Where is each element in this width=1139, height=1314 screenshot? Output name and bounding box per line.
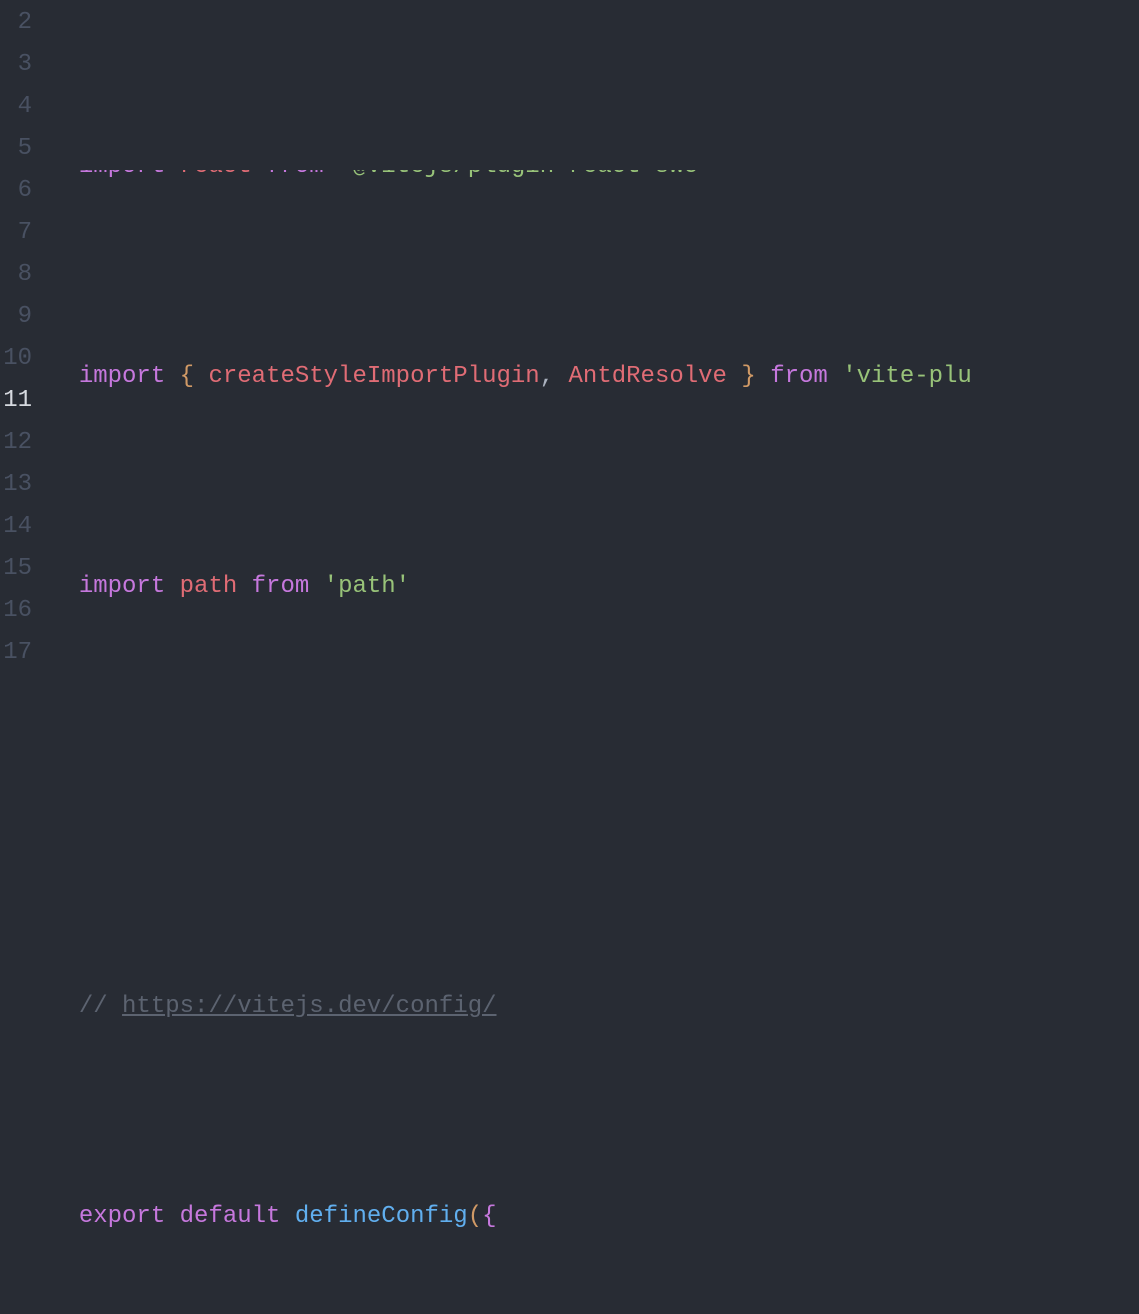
- line-number: 5: [0, 128, 32, 170]
- line-number: 2: [0, 2, 32, 44]
- keyword: import: [79, 573, 165, 600]
- function-call: defineConfig: [295, 1203, 468, 1230]
- keyword: import: [79, 363, 165, 390]
- keyword: export: [79, 1203, 165, 1230]
- identifier: react: [180, 170, 252, 180]
- line-number: 7: [0, 212, 32, 254]
- keyword: from: [266, 170, 324, 180]
- line-number-gutter: 2 3 4 5 6 7 8 9 10 11 12 13 14 15 16 17: [0, 0, 50, 657]
- comment-url: https://vitejs.dev/config/: [122, 993, 496, 1020]
- paren: (: [468, 1203, 482, 1230]
- comment: //: [79, 993, 122, 1020]
- line-number: 15: [0, 548, 32, 590]
- keyword: from: [252, 573, 310, 600]
- identifier: path: [180, 573, 238, 600]
- string: 'path': [324, 573, 410, 600]
- identifier: AntdResolve: [569, 363, 727, 390]
- keyword: import: [79, 170, 165, 180]
- line-number: 17: [0, 632, 32, 674]
- line-number: 6: [0, 170, 32, 212]
- line-number: 9: [0, 296, 32, 338]
- line-number: 4: [0, 86, 32, 128]
- line-number: 16: [0, 590, 32, 632]
- code-editor[interactable]: 2 3 4 5 6 7 8 9 10 11 12 13 14 15 16 17 …: [0, 0, 1139, 657]
- line-number: 14: [0, 506, 32, 548]
- line-number: 13: [0, 464, 32, 506]
- code-line[interactable]: export default defineConfig({: [50, 1196, 1139, 1238]
- code-line[interactable]: import react from '@vitejs/plugin-react-…: [50, 170, 1139, 188]
- brace: {: [482, 1203, 496, 1230]
- string: 'vite-plu: [842, 363, 972, 390]
- code-area[interactable]: import react from '@vitejs/plugin-react-…: [50, 0, 1139, 657]
- code-line[interactable]: [50, 776, 1139, 818]
- code-line[interactable]: // https://vitejs.dev/config/: [50, 986, 1139, 1028]
- keyword: default: [180, 1203, 281, 1230]
- string: '@vitejs/plugin-react-swc': [338, 170, 712, 180]
- identifier: createStyleImportPlugin: [208, 363, 539, 390]
- brace: {: [180, 363, 194, 390]
- line-number: 8: [0, 254, 32, 296]
- brace: }: [741, 363, 755, 390]
- punctuation: ,: [540, 363, 554, 390]
- line-number-active: 11: [0, 380, 32, 422]
- line-number: 10: [0, 338, 32, 380]
- code-line[interactable]: import path from 'path': [50, 566, 1139, 608]
- keyword: from: [770, 363, 828, 390]
- line-number: 3: [0, 44, 32, 86]
- code-line[interactable]: import { createStyleImportPlugin, AntdRe…: [50, 356, 1139, 398]
- line-number: 12: [0, 422, 32, 464]
